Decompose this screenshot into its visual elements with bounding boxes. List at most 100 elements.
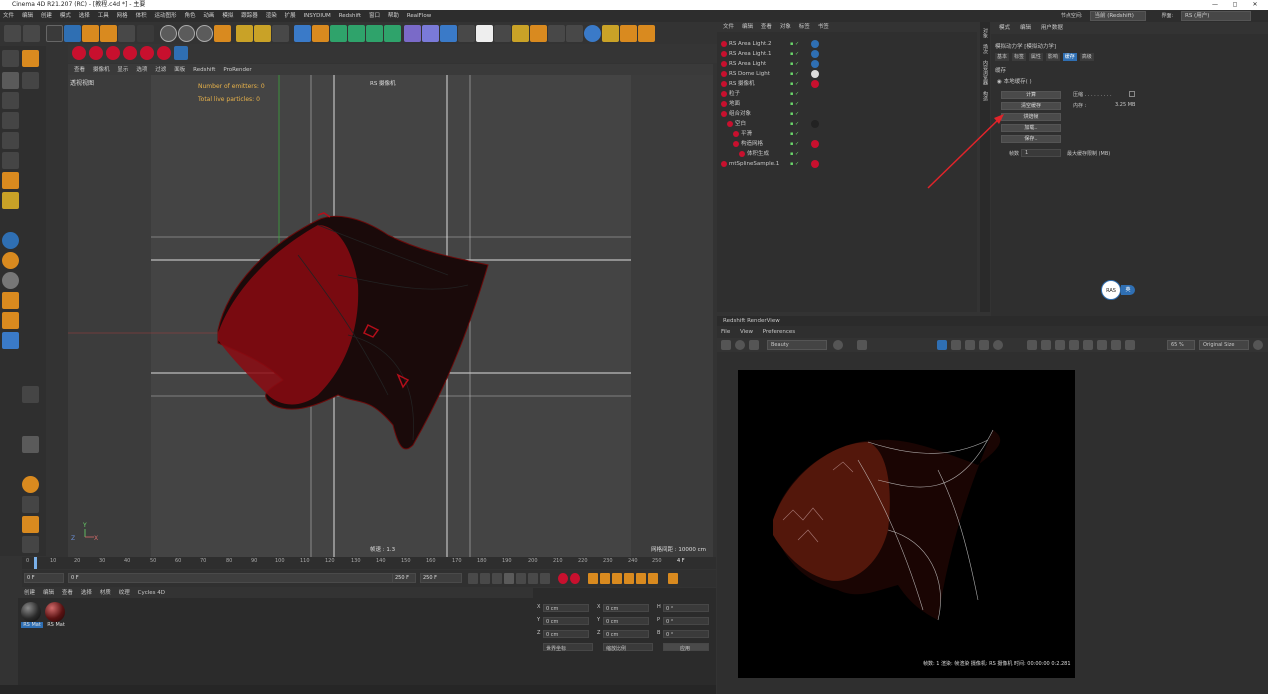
undo-icon[interactable] (4, 25, 21, 42)
cloner-icon[interactable] (348, 25, 365, 42)
attr-tab-influence[interactable]: 影响 (1045, 53, 1060, 61)
rs-proxy-icon[interactable] (174, 46, 188, 60)
menu-create[interactable]: 创建 (41, 10, 52, 22)
record-icon[interactable] (558, 573, 568, 584)
rs-ies-icon[interactable] (157, 46, 171, 60)
rs-area-light-icon[interactable] (89, 46, 103, 60)
keyframe-selection-icon[interactable] (588, 573, 598, 584)
attr-menu-mode[interactable]: 模式 (999, 25, 1010, 31)
script-s-icon-2[interactable] (2, 252, 19, 269)
coord-field[interactable]: 0 cm (603, 630, 649, 638)
maximize-button[interactable]: ◻ (1226, 0, 1244, 10)
obj-menu-view[interactable]: 查看 (761, 24, 772, 30)
edges-mode-icon[interactable] (2, 132, 19, 149)
menu-mograph[interactable]: 运动图形 (155, 10, 177, 22)
menu-realflow[interactable]: RealFlow (407, 10, 431, 22)
apply-button[interactable]: 应用 (663, 643, 709, 652)
visibility-check-icon[interactable]: ▪ ✓ (790, 161, 810, 167)
save-image-icon[interactable] (1083, 340, 1093, 350)
recent-tool-icon[interactable] (118, 25, 135, 42)
key-pla-icon[interactable] (648, 573, 658, 584)
object-tag-icon[interactable] (811, 120, 819, 128)
particles-icon[interactable] (548, 25, 565, 42)
visibility-check-icon[interactable]: ▪ ✓ (790, 81, 810, 87)
mat-menu-select[interactable]: 选择 (81, 590, 92, 596)
stop-icon[interactable] (833, 340, 843, 350)
viewport[interactable]: 透视视图 Number of emitters: 0 Total live pa… (68, 75, 713, 557)
rs-sun-icon[interactable] (123, 46, 137, 60)
menu-tracker[interactable]: 跟踪器 (241, 10, 258, 22)
next-key-icon[interactable] (528, 573, 538, 584)
rv-menu-file[interactable]: File (721, 329, 730, 335)
bend-icon[interactable] (22, 516, 39, 533)
mat-menu-texture[interactable]: 纹理 (119, 590, 130, 596)
frames-field[interactable]: 1 (1021, 149, 1061, 157)
mat-menu-cycles[interactable]: Cycles 4D (138, 590, 165, 596)
rv-menu-preferences[interactable]: Preferences (763, 329, 795, 335)
menu-window[interactable]: 窗口 (369, 10, 380, 22)
start-frame-field[interactable]: 0 F (24, 573, 64, 583)
coord-mode-combo[interactable]: 世界坐标 (543, 643, 593, 652)
minimize-button[interactable]: — (1206, 0, 1224, 10)
object-row[interactable]: RS Area Light.1 ▪ ✓ (717, 49, 977, 59)
visibility-check-icon[interactable]: ▪ ✓ (790, 61, 810, 67)
settings-icon[interactable] (979, 340, 989, 350)
coord-system-icon[interactable] (214, 25, 231, 42)
gear-icon[interactable] (1253, 340, 1263, 350)
menu-volume[interactable]: 体积 (136, 10, 147, 22)
gear-icon[interactable] (366, 25, 383, 42)
prev-frame-icon[interactable] (492, 573, 502, 584)
aov-combo[interactable]: Beauty (767, 340, 827, 350)
coord-field[interactable]: 0 ° (663, 604, 709, 612)
light-icon[interactable] (476, 25, 493, 42)
visibility-check-icon[interactable]: ▪ ✓ (790, 151, 810, 157)
spline-icon[interactable] (22, 496, 39, 513)
crop-icon[interactable] (857, 340, 867, 350)
coord-field[interactable]: 0 ° (663, 630, 709, 638)
region-icon[interactable] (937, 340, 947, 350)
menu-mesh[interactable]: 网格 (117, 10, 128, 22)
film-icon[interactable] (721, 340, 731, 350)
floor-icon[interactable] (440, 25, 457, 42)
obj-menu-edit[interactable]: 编辑 (742, 24, 753, 30)
render-view-icon[interactable] (254, 25, 271, 42)
coord-field[interactable]: 0 cm (543, 630, 589, 638)
key-position-icon[interactable] (600, 573, 610, 584)
menu-select[interactable]: 选择 (79, 10, 90, 22)
side-tab-objects[interactable]: 对象 (982, 28, 989, 38)
circle-view-icon[interactable] (993, 340, 1003, 350)
refresh-icon[interactable] (749, 340, 759, 350)
zoom-combo[interactable]: 65 % (1167, 340, 1195, 350)
object-tag-icon[interactable] (811, 140, 819, 148)
attr-menu-edit[interactable]: 编辑 (1020, 25, 1031, 31)
menu-simulate[interactable]: 模拟 (222, 10, 233, 22)
autokey-icon[interactable] (570, 573, 580, 584)
rotate-icon[interactable] (100, 25, 117, 42)
rs-light-icon[interactable] (72, 46, 86, 60)
render-settings-icon[interactable] (272, 25, 289, 42)
menu-insydium[interactable]: INSYDIUM (304, 10, 331, 22)
size-combo[interactable]: Original Size (1199, 340, 1249, 350)
script-icon[interactable] (512, 25, 529, 42)
object-tag-icon[interactable] (811, 70, 819, 78)
visibility-check-icon[interactable]: ▪ ✓ (790, 111, 810, 117)
timeline-playhead[interactable] (34, 557, 37, 569)
visibility-check-icon[interactable]: ▪ ✓ (790, 71, 810, 77)
deformer-icon[interactable] (404, 25, 421, 42)
material-swatch[interactable]: RS Mat (21, 602, 43, 632)
object-tag-icon[interactable] (811, 160, 819, 168)
object-tag-icon[interactable] (811, 40, 819, 48)
y-axis-icon[interactable] (178, 25, 195, 42)
grid-dots-icon[interactable] (22, 436, 39, 453)
layout-combo[interactable]: RS (用户) (1181, 11, 1251, 21)
mograph-icon[interactable] (384, 25, 401, 42)
script-s-icon-3[interactable] (2, 272, 19, 289)
redo-icon[interactable] (23, 25, 40, 42)
add-icon[interactable] (137, 25, 154, 42)
mat-menu-material[interactable]: 材质 (100, 590, 111, 596)
attr-tab-properties[interactable]: 属性 (1028, 53, 1043, 61)
menu-extensions[interactable]: 扩展 (285, 10, 296, 22)
prev-key-icon[interactable] (480, 573, 490, 584)
bake-frame-button[interactable]: 烘焙帧 (1001, 113, 1061, 121)
obj-menu-object[interactable]: 对象 (780, 24, 791, 30)
